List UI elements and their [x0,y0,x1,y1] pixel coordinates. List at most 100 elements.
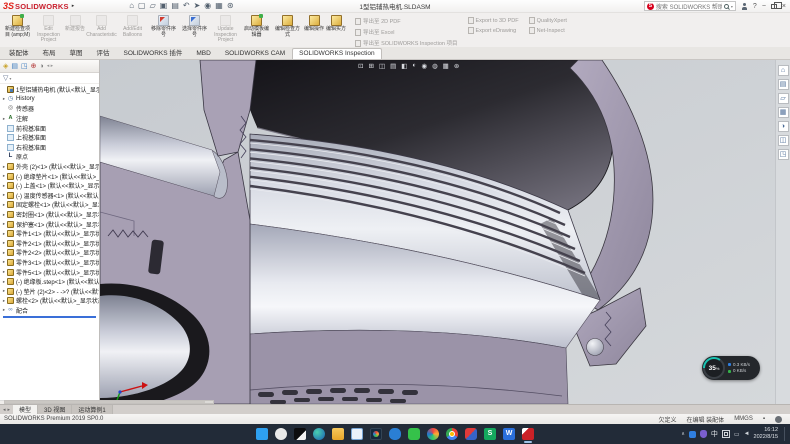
graphics-viewport[interactable]: ⊡ ⊞ ◫ ▤ ◧ ◐ ◉ ◍ ▦ ⊛ [100,60,790,404]
tab-scroll-right-icon[interactable]: ▸ [8,407,11,413]
horizontal-scrollbar-thumb[interactable] [5,401,205,403]
undo-icon[interactable]: ↶ [183,1,190,11]
zoom-area-icon[interactable]: ⊞ [368,62,373,70]
select-icon[interactable]: ➤ [194,1,201,11]
ribbon-button[interactable]: 新建报告 [64,14,86,47]
onedrive-icon[interactable] [389,428,401,440]
view-settings-icon[interactable]: ⊛ [454,62,459,70]
chrome-icon[interactable] [446,428,458,440]
tree-item[interactable]: ▸ 配合 [1,306,99,316]
appearances-icon[interactable]: ◑ [778,121,789,132]
taskbar-clock[interactable]: 16:12 2022/8/15 [754,427,778,440]
ribbon-tab[interactable]: 布局 [36,45,63,59]
ribbon-tab[interactable]: 草图 [63,45,90,59]
tree-item[interactable]: ▸ (-) 温度传感器<1> (默认<<默认>_ [1,191,99,201]
search-caret-icon[interactable]: ▾ [731,4,733,9]
solidworks-icon[interactable] [522,428,534,440]
custom-properties-icon[interactable]: ◫ [778,135,789,146]
ribbon-tab[interactable]: MBD [189,48,217,59]
search-input[interactable]: S 搜索 SOLIDWORKS 帮助 ▾ [644,1,736,11]
ribbon-button[interactable]: 启动模板编辑器 [241,14,272,47]
tree-item[interactable]: ▸ 零件2<2> (默认<<默认>_显示状态 [1,248,99,258]
tree-item[interactable]: 上视基准面 [1,133,99,143]
tree-item[interactable]: ▸ (-) 上盖<1> (默认<<默认>_显示状 [1,181,99,191]
notifications-icon[interactable] [775,416,782,423]
design-library-icon[interactable]: ▤ [778,79,789,90]
ribbon-tab[interactable]: 评估 [90,45,117,59]
edge-icon[interactable] [313,428,325,440]
tree-item[interactable]: ▸ History [1,95,99,105]
tree-item[interactable]: ▸ 零件5<1> (默认<<默认>_显示状态 [1,267,99,277]
logo-flyout-icon[interactable]: ▸ [72,3,75,9]
tree-item[interactable]: ▸ 密封圈<1> (默认<<默认>_显示状 [1,210,99,220]
taskview-icon[interactable] [294,428,306,440]
tree-item[interactable]: ▸ (-) 绝缘板.step<1> (默认<<默认> [1,277,99,287]
forum-icon[interactable]: ◳ [778,149,789,160]
tree-item[interactable]: ▸ 固定螺栓<1> (默认<<默认>_显示 [1,200,99,210]
tree-item[interactable]: 右视基准面 [1,143,99,153]
close-button[interactable]: × [782,2,786,11]
display-style-icon[interactable]: ◐ [412,62,416,69]
apply-scene-icon[interactable]: ▦ [443,62,449,70]
tree-item[interactable]: 原点 [1,152,99,162]
search-icon[interactable] [724,4,729,9]
browser-icon[interactable] [427,428,439,440]
start-icon[interactable] [256,428,268,440]
ribbon-tab[interactable]: 装配体 [2,45,36,59]
ribbon-tab[interactable]: SOLIDWORKS Inspection [292,48,382,59]
ribbon-button[interactable]: Add Characteristic [86,14,117,47]
export-link[interactable]: Net-Inspect [529,27,567,34]
filter-caret-icon[interactable]: ▾ [9,76,11,81]
file-properties-icon[interactable]: ▦ [215,1,223,11]
zoom-fit-icon[interactable]: ⊡ [358,62,363,70]
hide-show-items-icon[interactable]: ◉ [421,62,427,70]
user-account-icon[interactable] [741,3,748,10]
export-link[interactable]: 导出至 2D PDF [355,17,457,25]
ribbon-button[interactable]: 编辑实方 [325,14,347,47]
home-icon[interactable]: ⌂ [129,1,134,11]
horizontal-scrollbar[interactable] [4,400,214,404]
tray-app-icon-blue[interactable] [689,431,696,438]
monitor-icon[interactable]: ▭ [734,431,740,438]
ribbon-button[interactable]: Edit Inspection Project [33,14,64,47]
ribbon-button[interactable]: Add/Edit Balloons [117,14,148,47]
export-link[interactable]: QualityXpert [529,17,567,24]
ribbon-tab[interactable]: SOLIDWORKS CAM [218,48,292,59]
panel-overflow-icon[interactable]: ◂ ▸ [47,63,53,69]
edit-appearance-icon[interactable]: ◍ [432,62,438,70]
help-button[interactable]: ? [753,2,757,11]
wps-icon[interactable]: W [503,428,515,440]
tree-filter[interactable]: ▽ ▾ [0,73,99,84]
document-tab[interactable]: 运动算例1 [72,405,112,414]
tray-shield-icon[interactable] [700,430,707,438]
filter-funnel-icon[interactable]: ▽ [3,74,8,82]
ime-mode-indicator[interactable]: 中 [711,429,718,439]
configurationmanager-tab-icon[interactable]: ◳ [21,62,28,70]
tree-item[interactable]: ▸ 外壳 (2)<1> (默认<<默认>_显示状 [1,162,99,172]
save-icon[interactable]: ▣ [160,1,168,11]
green-app-icon[interactable] [408,428,420,440]
ribbon-button[interactable]: 移除零件序号 [148,14,179,47]
green-s-app-icon[interactable]: S [484,428,496,440]
ribbon-button[interactable]: 编辑检查方式 [272,14,303,47]
speaker-icon[interactable]: ◄ [744,431,750,437]
ribbon-button[interactable]: Update Inspection Project [210,14,241,47]
new-document-icon[interactable]: ▢ [138,1,146,11]
tree-item[interactable]: ▸ (-) 垫片 (2)<2> - ->? (默认<<默认 [1,286,99,296]
ribbon-tab[interactable]: SOLIDWORKS 插件 [117,45,190,59]
tree-item[interactable]: 前视基准面 [1,123,99,133]
tree-item[interactable]: ▸ 螺栓<2> (默认<<默认>_显示状态 [1,296,99,306]
tree-item[interactable]: ▸ 零件2<1> (默认<<默认>_显示状态 [1,239,99,249]
performance-overlay[interactable]: 35% 0.3 KB/s 0 KB/s [702,356,760,380]
tree-item[interactable]: 1型铝辅热电机 (默认<默认_显示状态-1 [1,85,99,95]
view-orientation-icon[interactable]: ◧ [401,62,407,70]
annotation-view-icon[interactable]: ▤ [390,62,396,70]
propertymanager-tab-icon[interactable]: ▤ [11,62,18,70]
file-explorer-icon[interactable]: ▱ [778,93,789,104]
export-link[interactable]: Export to 3D PDF [468,17,519,24]
tree-item[interactable]: ▸ 注解 [1,114,99,124]
tree-item[interactable]: ▸ 保护塞<1> (默认<<默认>_显示状 [1,219,99,229]
tray-chevron-icon[interactable]: ∧ [681,431,685,437]
view-palette-icon[interactable]: ▦ [778,107,789,118]
open-icon[interactable]: ▱ [150,1,156,11]
